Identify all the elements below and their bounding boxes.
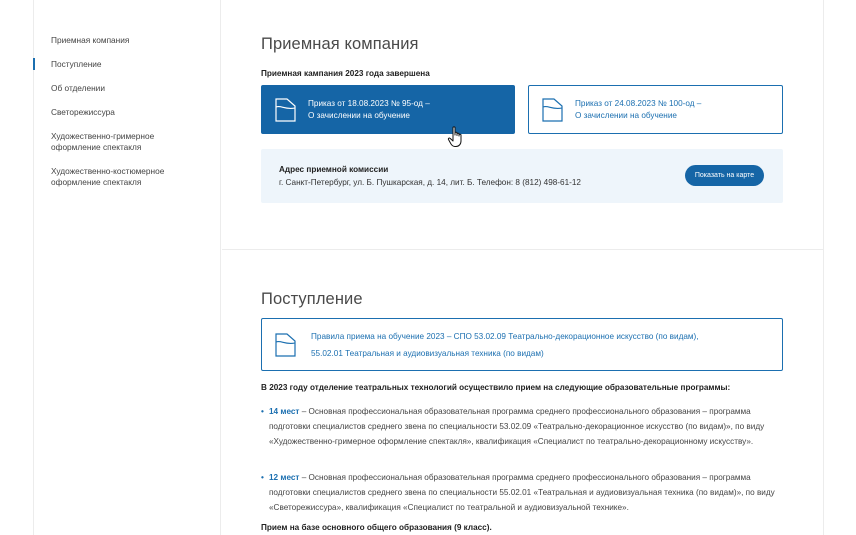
admission-rules-text: Правила приема на обучение 2023 – СПО 53…: [311, 331, 699, 358]
admission-rules-link[interactable]: Правила приема на обучение 2023 – СПО 53…: [261, 318, 783, 371]
program-seats: 12 мест: [269, 473, 300, 482]
admission-status: Приемная кампания 2023 года завершена: [261, 69, 430, 78]
document-icon: [275, 97, 296, 122]
address-box: Адрес приемной комиссии г. Санкт-Петербу…: [261, 149, 783, 203]
sidebar-item-makeup[interactable]: Художественно-гримерное оформление спект…: [51, 131, 176, 153]
order-95-link[interactable]: Приказ от 18.08.2023 № 95-од – О зачисле…: [261, 85, 515, 134]
document-icon: [542, 97, 563, 122]
sidebar-item-enrollment[interactable]: Поступление: [33, 58, 201, 70]
order-95-text: Приказ от 18.08.2023 № 95-од – О зачисле…: [308, 98, 430, 120]
sidebar-item-about[interactable]: Об отделении: [51, 83, 201, 94]
sidebar-item-admission[interactable]: Приемная компания: [51, 35, 201, 46]
section-divider: [222, 249, 823, 250]
bullet-icon: •: [261, 473, 264, 482]
admission-basis-note: Прием на базе основного общего образован…: [261, 523, 492, 532]
sidebar-nav: Приемная компания Поступление Об отделен…: [33, 0, 221, 535]
main-content: Приемная компания Приемная кампания 2023…: [222, 0, 823, 535]
order-100-link[interactable]: Приказ от 24.08.2023 № 100-од – О зачисл…: [528, 85, 783, 134]
program-item: • 12 мест – Основная профессиональная обр…: [261, 470, 781, 515]
address-text: г. Санкт-Петербург, ул. Б. Пушкарская, д…: [279, 178, 581, 187]
program-description: – Основная профессиональная образователь…: [269, 407, 765, 446]
sidebar-item-costume[interactable]: Художественно-костюмерное оформление спе…: [51, 166, 181, 188]
document-icon: [275, 332, 296, 357]
bullet-icon: •: [261, 407, 264, 416]
program-seats: 14 мест: [269, 407, 300, 416]
program-description: – Основная профессиональная образователь…: [269, 473, 775, 512]
sidebar-item-lighting[interactable]: Светорежиссура: [51, 107, 201, 118]
programs-intro: В 2023 году отделение театральных технол…: [261, 383, 731, 392]
program-item: • 14 мест – Основная профессиональная обр…: [261, 404, 781, 449]
address-title: Адрес приемной комиссии: [279, 165, 389, 174]
enrollment-title: Поступление: [261, 290, 363, 308]
admission-title: Приемная компания: [261, 35, 419, 53]
show-on-map-button[interactable]: Показать на карте: [685, 165, 764, 186]
order-100-text: Приказ от 24.08.2023 № 100-од – О зачисл…: [575, 98, 702, 120]
